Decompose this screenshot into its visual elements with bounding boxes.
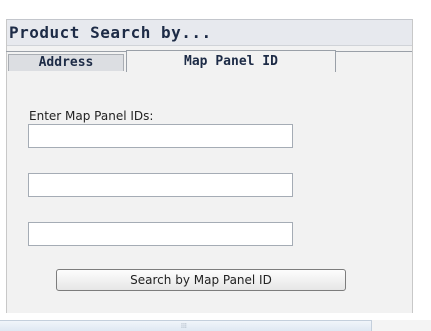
tab-address[interactable]: Address [8, 54, 124, 71]
tab-map-panel-id[interactable]: Map Panel ID [126, 50, 336, 72]
map-panel-id-input-2[interactable] [28, 173, 293, 197]
map-panel-id-input-1[interactable] [28, 124, 293, 148]
map-panel-ids-label: Enter Map Panel IDs: [29, 109, 154, 123]
panel-right-border [412, 19, 413, 313]
map-panel-id-input-3[interactable] [28, 222, 293, 246]
search-by-map-panel-id-button[interactable]: Search by Map Panel ID [56, 269, 346, 291]
scrollbar-grip-icon: ⁞⁞⁞ [181, 322, 187, 330]
page-frame: Product Search by... Address Map Panel I… [0, 0, 431, 331]
scrollbar-corner [371, 320, 431, 331]
horizontal-scrollbar[interactable]: ⁞⁞⁞ [0, 320, 371, 331]
panel-title: Product Search by... [7, 19, 413, 46]
